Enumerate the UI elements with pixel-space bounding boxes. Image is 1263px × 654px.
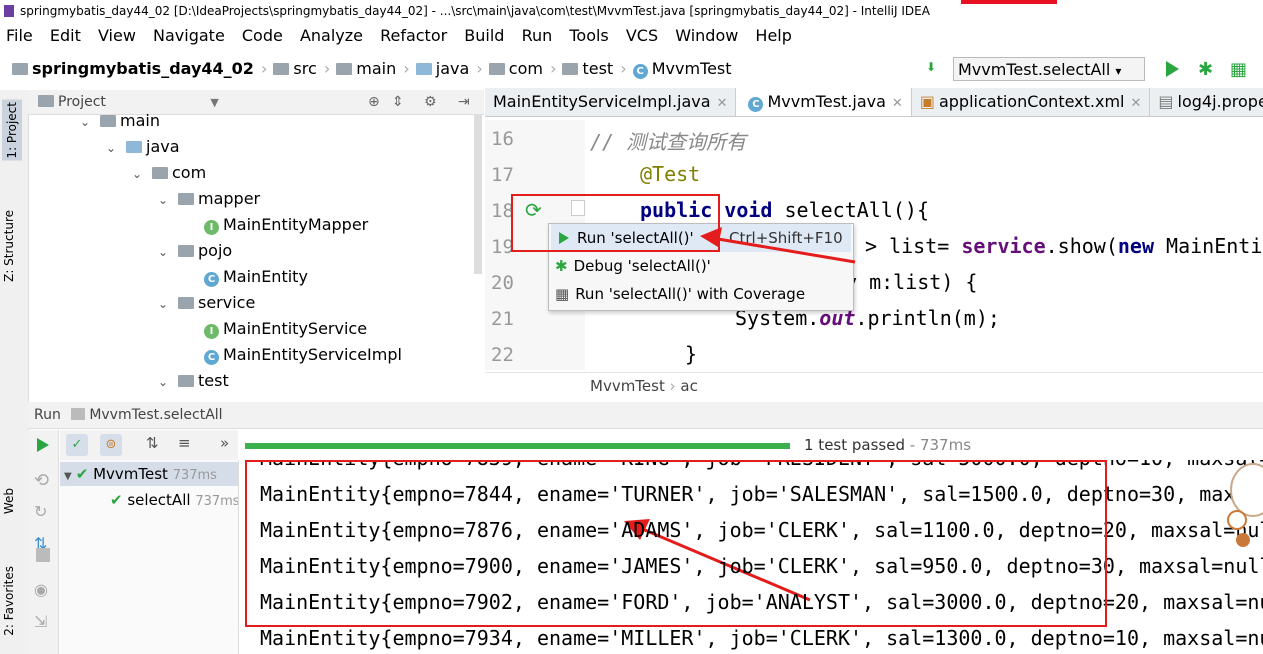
- passed-icon: ✔: [110, 491, 123, 509]
- run-left-toolbar: ⟲ ↻ ⇅ ◉ ⇲: [28, 430, 59, 654]
- pin-icon[interactable]: ⇲: [34, 612, 47, 631]
- mascot-icon: [1223, 450, 1263, 580]
- arrow-line: [711, 236, 856, 264]
- show-ignored-icon[interactable]: ⊜: [100, 434, 122, 456]
- console-line: MainEntity{empno=7934, ename='MILLER', j…: [260, 626, 1263, 650]
- show-passed-icon[interactable]: ✓: [66, 434, 88, 456]
- run-tab-label[interactable]: Run: [34, 407, 61, 423]
- rerun-icon[interactable]: [37, 438, 49, 452]
- test-class-name: MvvmTest: [93, 465, 168, 483]
- test-results-tree: ▼ ✔ MvvmTest 737ms ✔ selectAll 737ms: [60, 460, 239, 654]
- sort-duration-icon[interactable]: ≡: [178, 434, 191, 452]
- run-test-toolbar: ✓ ⊜ ⇅ ≡ »: [60, 430, 238, 460]
- test-time: 737ms: [195, 494, 238, 509]
- rerun-failed-icon[interactable]: ⟲: [34, 470, 49, 491]
- test-row-method[interactable]: ✔ selectAll 737ms: [60, 488, 238, 512]
- toggle-autotest-icon[interactable]: ↻: [34, 502, 47, 521]
- highlight-box-console: [245, 460, 1107, 627]
- stop-icon[interactable]: [36, 548, 50, 562]
- run-config-name[interactable]: MvvmTest.selectAll: [89, 407, 222, 423]
- sort-alpha-icon[interactable]: ⇅: [146, 434, 159, 452]
- chevron-down-icon: ▼: [64, 471, 72, 482]
- arrow-head: [700, 227, 722, 247]
- run-panel-header: Run MvvmTest.selectAll: [28, 402, 1263, 429]
- test-method-name: selectAll: [127, 491, 191, 509]
- test-status-time: - 737ms: [909, 436, 972, 454]
- test-config-icon: [71, 408, 86, 420]
- camera-icon[interactable]: ◉: [34, 580, 48, 599]
- test-status: 1 test passed - 737ms: [804, 434, 1004, 456]
- more-icon[interactable]: »: [220, 434, 229, 452]
- test-time: 737ms: [172, 468, 217, 483]
- passed-icon: ✔: [75, 465, 89, 483]
- test-progress-bar: [245, 443, 790, 449]
- test-status-text: 1 test passed: [804, 436, 905, 454]
- test-row-class[interactable]: ▼ ✔ MvvmTest 737ms: [60, 462, 238, 486]
